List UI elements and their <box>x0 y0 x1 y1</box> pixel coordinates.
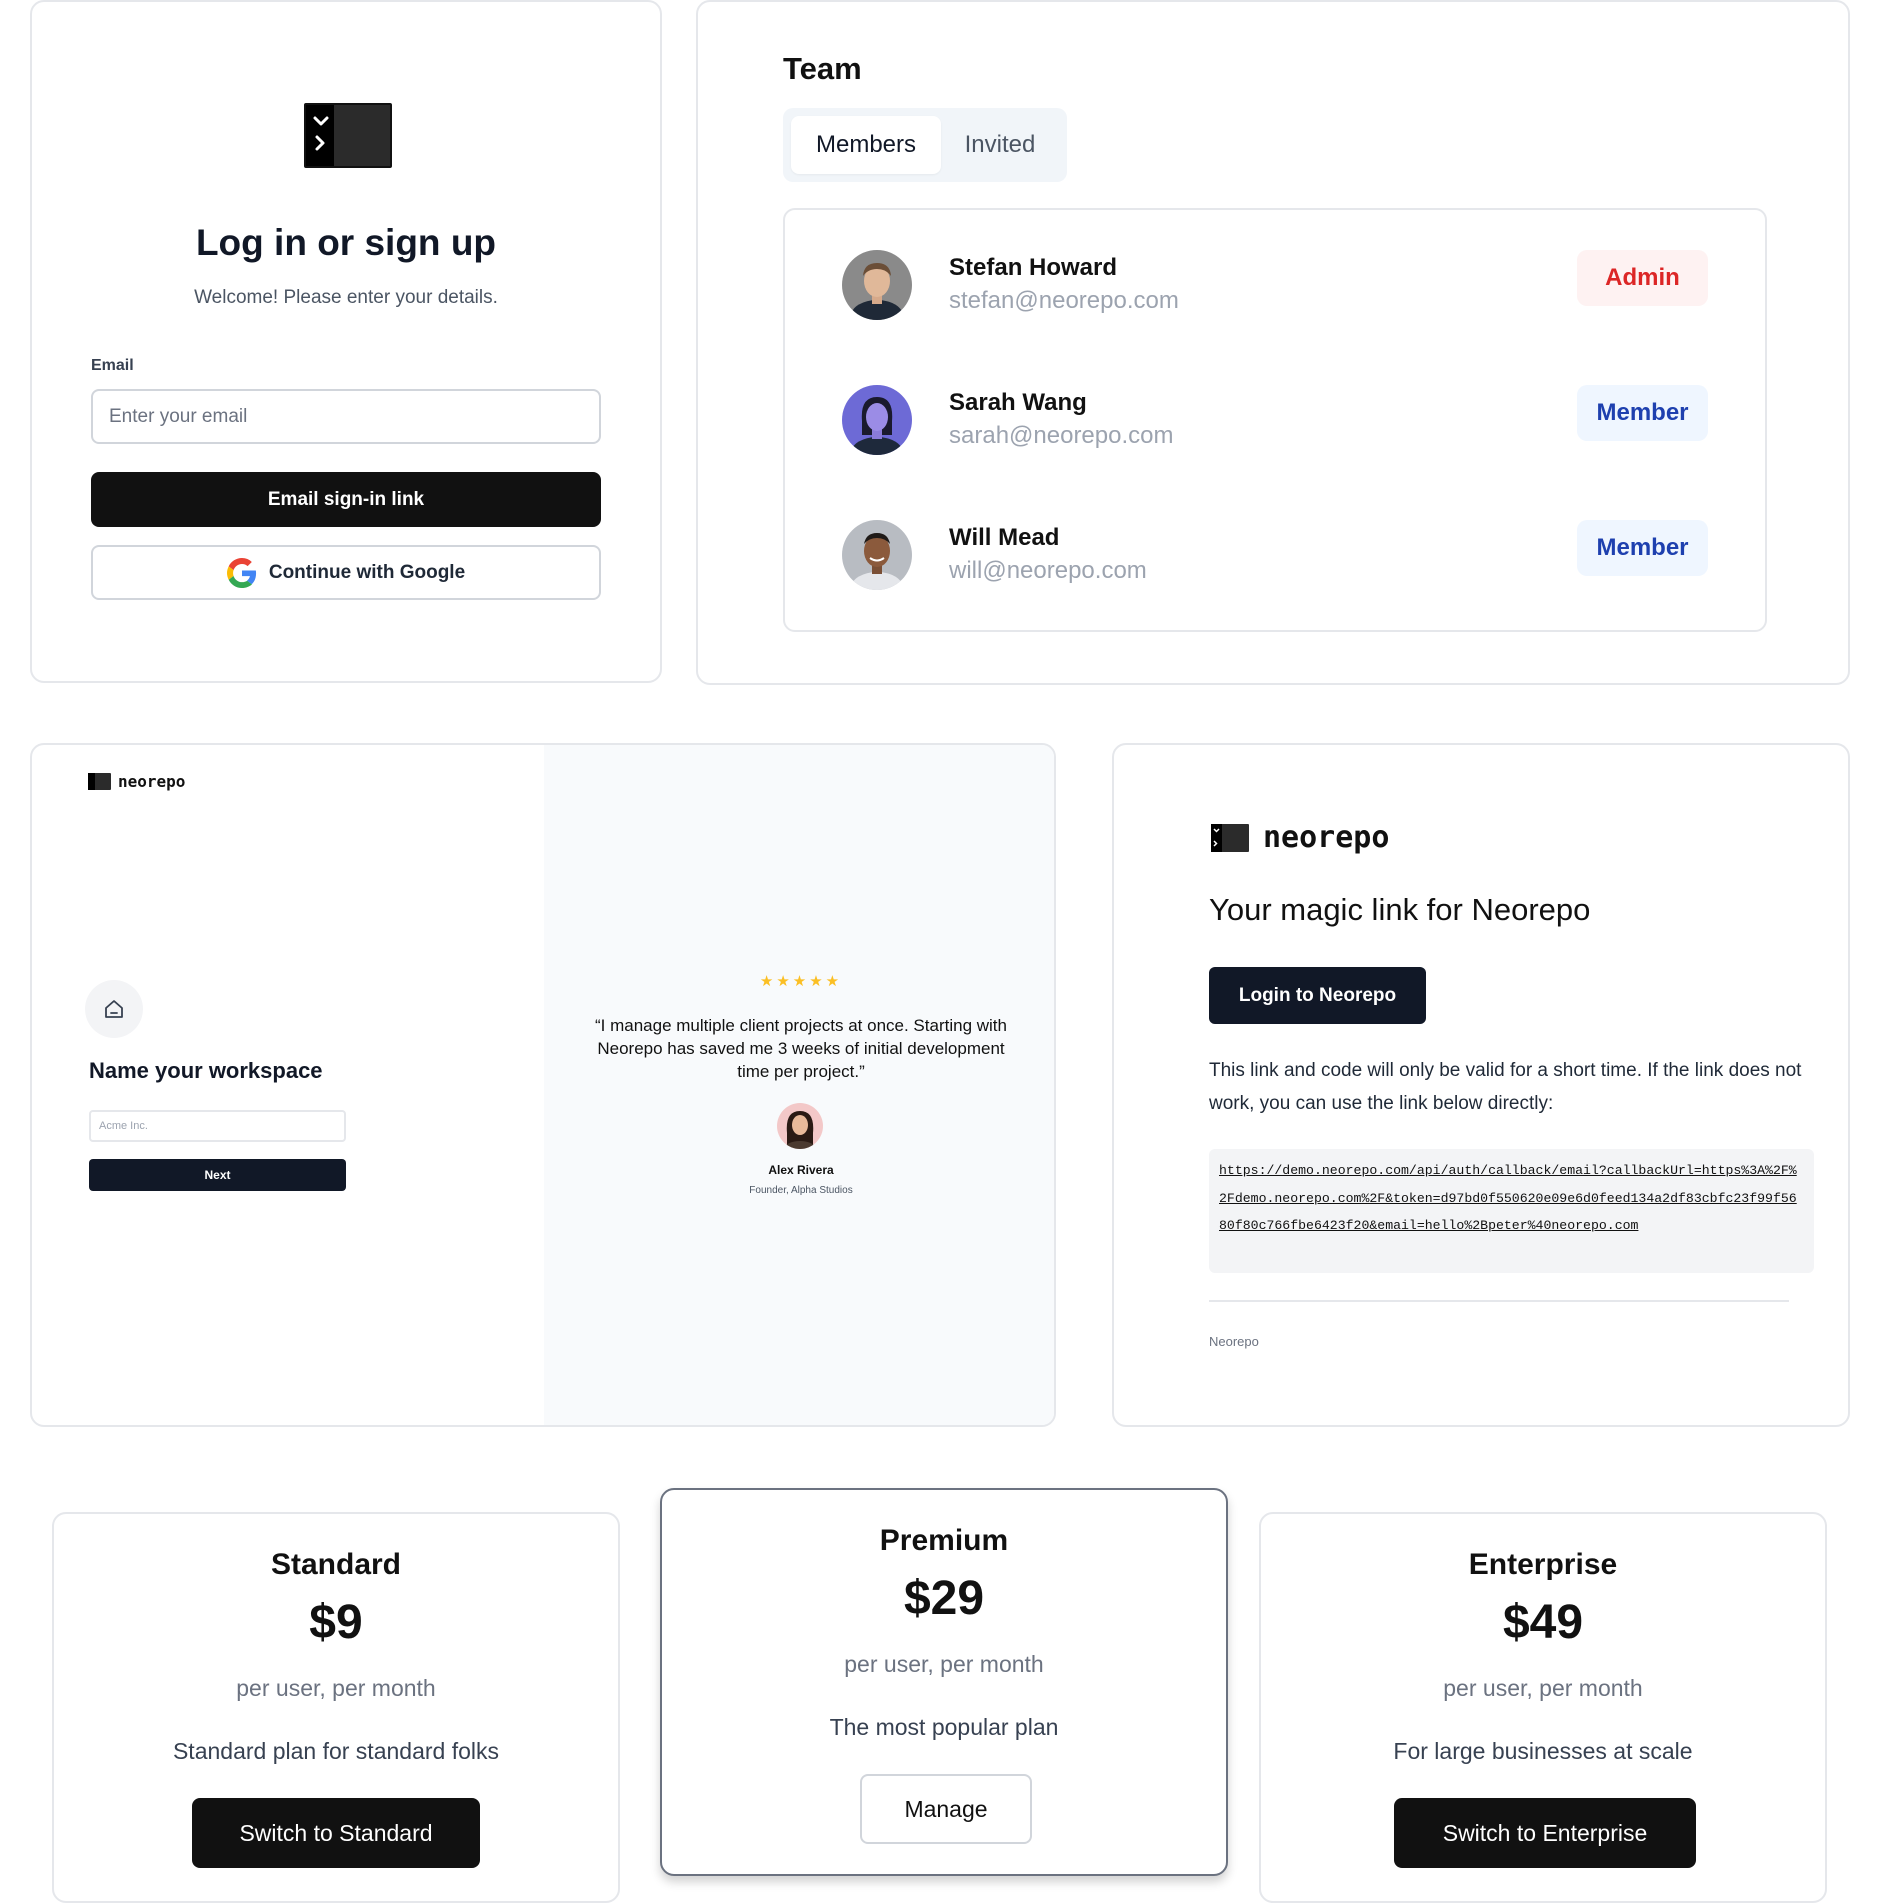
team-tabs: Members Invited <box>783 108 1067 182</box>
email-signin-button[interactable]: Email sign-in link <box>91 472 601 527</box>
email-body-text: This link and code will only be valid fo… <box>1209 1060 1802 1114</box>
magic-link-box: https://demo.neorepo.com/api/auth/callba… <box>1209 1149 1814 1273</box>
email-input[interactable] <box>91 389 601 444</box>
plan-description: The most popular plan <box>829 1714 1059 1740</box>
role-badge-member[interactable]: Member <box>1577 385 1708 441</box>
brand-name: neorepo <box>118 772 186 791</box>
testimonial-panel: ★★★★★ “I manage multiple client projects… <box>544 745 1054 1425</box>
rating-stars-icon: ★★★★★ <box>759 973 843 990</box>
google-signin-button[interactable]: Continue with Google <box>91 545 601 600</box>
magic-link-email-card: neorepo Your magic link for Neorepo Logi… <box>1112 743 1850 1427</box>
plan-name: Premium <box>879 1524 1009 1557</box>
team-title: Team <box>783 51 862 86</box>
home-icon <box>85 980 143 1038</box>
member-row: Will Mead will@neorepo.com Member <box>785 520 1765 600</box>
email-heading: Your magic link for Neorepo <box>1209 892 1591 927</box>
workspace-name-input[interactable] <box>89 1110 346 1142</box>
manage-button[interactable]: Manage <box>860 1774 1032 1844</box>
login-subtitle: Welcome! Please enter your details. <box>194 287 498 308</box>
workspace-title: Name your workspace <box>89 1058 323 1083</box>
plan-billing-unit: per user, per month <box>236 1675 436 1701</box>
member-name: Sarah Wang <box>949 389 1087 416</box>
brand-name: neorepo <box>1263 820 1390 855</box>
neorepo-logo-icon <box>304 103 392 168</box>
email-footer: Neorepo <box>1209 1334 1259 1349</box>
plan-card-enterprise: Enterprise $49 per user, per month For l… <box>1259 1512 1827 1903</box>
plan-description: Standard plan for standard folks <box>172 1738 500 1764</box>
next-button[interactable]: Next <box>89 1159 346 1191</box>
neorepo-logo-icon <box>1211 823 1249 852</box>
login-title: Log in or sign up <box>195 222 497 263</box>
email-brand: neorepo <box>1211 820 1389 855</box>
member-email: stefan@neorepo.com <box>949 287 1179 314</box>
member-name: Will Mead <box>949 524 1060 551</box>
workspace-card: neorepo Name your workspace Next ★★★★★ “… <box>30 743 1056 1427</box>
member-row: Sarah Wang sarah@neorepo.com Member <box>785 385 1765 465</box>
plan-price: $9 <box>309 1596 363 1649</box>
role-badge-member[interactable]: Member <box>1577 520 1708 576</box>
plan-card-premium: Premium $29 per user, per month The most… <box>660 1488 1228 1876</box>
avatar <box>842 520 912 590</box>
testimonial-author-role: Founder, Alpha Studios <box>749 1185 853 1196</box>
member-email: sarah@neorepo.com <box>949 422 1174 449</box>
plan-card-standard: Standard $9 per user, per month Standard… <box>52 1512 620 1903</box>
plan-description: For large businesses at scale <box>1393 1738 1693 1764</box>
plan-price: $49 <box>1502 1596 1584 1649</box>
google-icon <box>226 557 257 588</box>
plan-billing-unit: per user, per month <box>844 1651 1044 1677</box>
neorepo-logo-icon <box>88 773 111 790</box>
workspace-brand: neorepo <box>88 772 185 791</box>
tab-invited[interactable]: Invited <box>945 116 1055 174</box>
avatar <box>842 250 912 320</box>
switch-to-enterprise-button[interactable]: Switch to Enterprise <box>1394 1798 1696 1868</box>
member-email: will@neorepo.com <box>949 557 1147 584</box>
member-row: Stefan Howard stefan@neorepo.com Admin <box>785 250 1765 330</box>
team-card: Team Members Invited Stefan Howard stefa… <box>696 0 1850 685</box>
plan-name: Enterprise <box>1468 1548 1618 1581</box>
member-name: Stefan Howard <box>949 254 1118 281</box>
email-label: Email <box>91 357 134 374</box>
login-to-neorepo-button[interactable]: Login to Neorepo <box>1209 967 1426 1024</box>
divider <box>1209 1300 1789 1302</box>
switch-to-standard-button[interactable]: Switch to Standard <box>192 1798 480 1868</box>
testimonial-quote: “I manage multiple client projects at on… <box>595 1016 1007 1081</box>
avatar <box>777 1103 823 1149</box>
plan-price: $29 <box>903 1572 985 1625</box>
role-badge-admin[interactable]: Admin <box>1577 250 1708 306</box>
tab-members[interactable]: Members <box>791 116 941 174</box>
members-list: Stefan Howard stefan@neorepo.com Admin S… <box>783 208 1767 632</box>
magic-link[interactable]: https://demo.neorepo.com/api/auth/callba… <box>1219 1157 1804 1240</box>
google-button-label: Continue with Google <box>268 561 466 583</box>
plan-billing-unit: per user, per month <box>1443 1675 1643 1701</box>
testimonial-author: Alex Rivera <box>768 1163 834 1177</box>
plan-name: Standard <box>270 1548 402 1581</box>
avatar <box>842 385 912 455</box>
login-card: Log in or sign up Welcome! Please enter … <box>30 0 662 683</box>
